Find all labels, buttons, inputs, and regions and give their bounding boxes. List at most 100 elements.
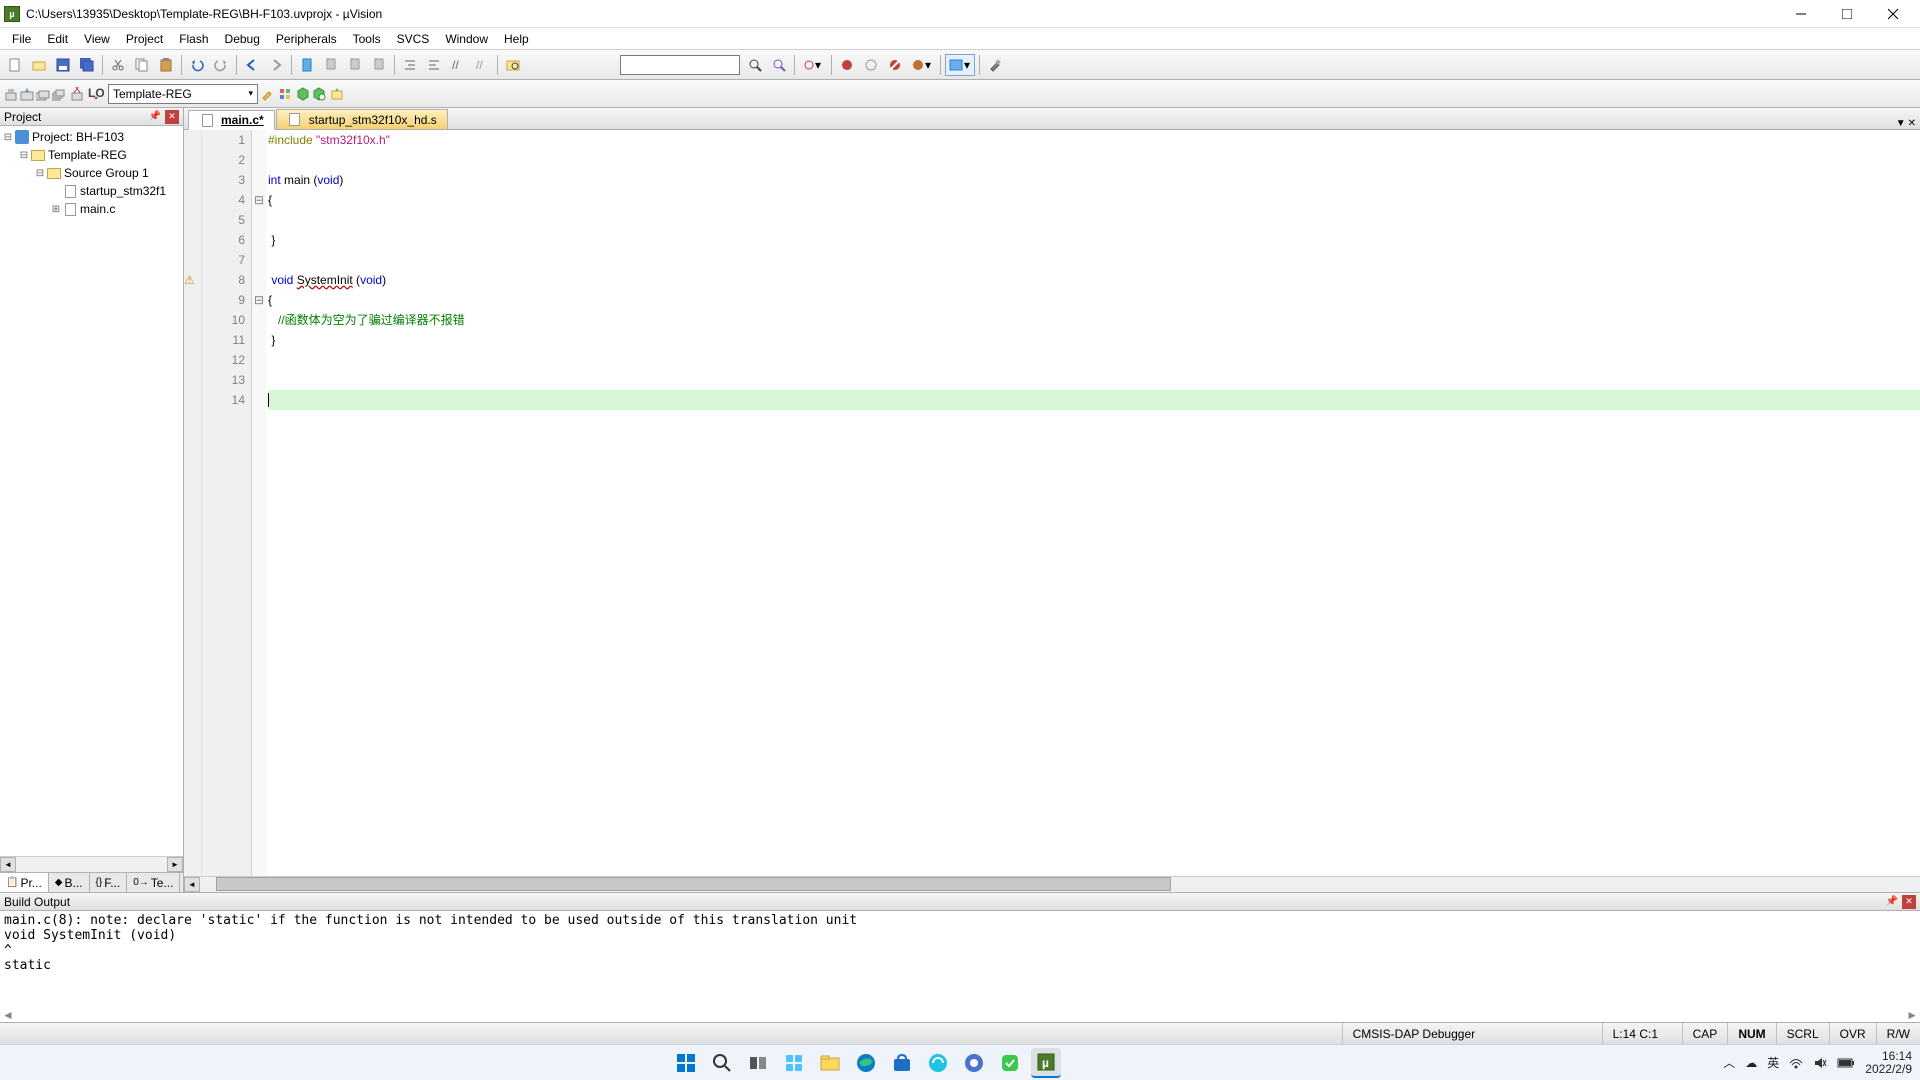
incremental-find-button[interactable] bbox=[768, 54, 790, 76]
bookmark-next-button[interactable] bbox=[344, 54, 366, 76]
app-icon-3[interactable] bbox=[995, 1048, 1025, 1078]
store-icon[interactable] bbox=[887, 1048, 917, 1078]
margin-marker[interactable] bbox=[184, 350, 201, 370]
build-output-text[interactable]: main.c(8): note: declare 'static' if the… bbox=[0, 911, 1920, 1008]
margin-marker[interactable] bbox=[184, 150, 201, 170]
margin-marker[interactable] bbox=[184, 370, 201, 390]
breakpoint-enable-button[interactable] bbox=[860, 54, 882, 76]
expand-icon[interactable]: ⊞ bbox=[50, 204, 62, 215]
code-line[interactable]: //函数体为空为了骗过编译器不报错 bbox=[268, 310, 1920, 330]
panel-tab-project[interactable]: 📋Pr... bbox=[0, 873, 49, 892]
code-line[interactable]: { bbox=[268, 290, 1920, 310]
open-file-button[interactable] bbox=[28, 54, 50, 76]
margin-marker[interactable] bbox=[184, 290, 201, 310]
breakpoint-disable-button[interactable] bbox=[884, 54, 906, 76]
expand-icon[interactable]: ⊟ bbox=[18, 150, 30, 161]
start-button[interactable] bbox=[671, 1048, 701, 1078]
target-selector[interactable]: Template-REG▾ bbox=[108, 84, 258, 104]
app-icon-2[interactable] bbox=[959, 1048, 989, 1078]
margin-marker[interactable] bbox=[184, 330, 201, 350]
build-hscroll[interactable]: ◄► bbox=[0, 1008, 1920, 1022]
tab-dropdown-button[interactable]: ▼ bbox=[1896, 118, 1906, 129]
margin-marker[interactable] bbox=[184, 230, 201, 250]
minimize-button[interactable] bbox=[1778, 0, 1824, 28]
bookmark-prev-button[interactable] bbox=[320, 54, 342, 76]
new-file-button[interactable] bbox=[4, 54, 26, 76]
code-line[interactable]: } bbox=[268, 230, 1920, 250]
menu-project[interactable]: Project bbox=[118, 30, 171, 48]
widgets-button[interactable] bbox=[779, 1048, 809, 1078]
panel-tab-functions[interactable]: {}F... bbox=[90, 873, 128, 892]
menu-window[interactable]: Window bbox=[437, 30, 496, 48]
panel-hscroll[interactable]: ◄ ► bbox=[0, 856, 183, 872]
comment-button[interactable]: // bbox=[447, 54, 469, 76]
code-line[interactable] bbox=[268, 210, 1920, 230]
scroll-track[interactable] bbox=[16, 857, 167, 872]
tree-group[interactable]: ⊟ Source Group 1 bbox=[2, 164, 181, 182]
tree-file[interactable]: ⊞ main.c bbox=[2, 200, 181, 218]
undo-button[interactable] bbox=[186, 54, 208, 76]
menu-tools[interactable]: Tools bbox=[345, 30, 389, 48]
menu-view[interactable]: View bbox=[76, 30, 118, 48]
task-view-button[interactable] bbox=[743, 1048, 773, 1078]
build-button[interactable] bbox=[20, 87, 34, 101]
panel-close-button[interactable]: ✕ bbox=[1902, 895, 1916, 909]
scroll-left-button[interactable]: ◄ bbox=[184, 877, 200, 892]
pin-icon[interactable]: 📌 bbox=[147, 111, 163, 122]
close-button[interactable] bbox=[1870, 0, 1916, 28]
editor-tab-startup[interactable]: startup_stm32f10x_hd.s bbox=[276, 109, 448, 129]
pack-installer-button[interactable] bbox=[330, 87, 344, 101]
nav-back-button[interactable] bbox=[241, 54, 263, 76]
redo-button[interactable] bbox=[210, 54, 232, 76]
code-line[interactable]: int main (void) bbox=[268, 170, 1920, 190]
code-line[interactable] bbox=[268, 370, 1920, 390]
tree-file[interactable]: startup_stm32f1 bbox=[2, 182, 181, 200]
file-extensions-button[interactable] bbox=[278, 87, 292, 101]
menu-peripherals[interactable]: Peripherals bbox=[268, 30, 345, 48]
menu-help[interactable]: Help bbox=[496, 30, 537, 48]
scroll-thumb[interactable] bbox=[216, 877, 1171, 891]
panel-tab-books[interactable]: ◆B... bbox=[49, 873, 90, 892]
volume-icon[interactable] bbox=[1813, 1056, 1827, 1070]
margin-marker[interactable] bbox=[184, 130, 201, 150]
find-in-files-button[interactable] bbox=[502, 54, 524, 76]
scroll-left-button[interactable]: ◄ bbox=[0, 857, 16, 872]
uvision-taskbar-icon[interactable]: µ bbox=[1031, 1048, 1061, 1078]
download-button[interactable]: LOAD bbox=[88, 87, 104, 101]
margin-marker[interactable] bbox=[184, 310, 201, 330]
menu-edit[interactable]: Edit bbox=[39, 30, 76, 48]
onedrive-icon[interactable]: ☁ bbox=[1745, 1056, 1757, 1070]
code-line[interactable] bbox=[268, 250, 1920, 270]
tree-project-root[interactable]: ⊟ Project: BH-F103 bbox=[2, 128, 181, 146]
code-line[interactable]: } bbox=[268, 330, 1920, 350]
code-line[interactable] bbox=[268, 150, 1920, 170]
find-button[interactable] bbox=[744, 54, 766, 76]
fold-toggle[interactable]: ⊟ bbox=[252, 190, 266, 210]
translate-button[interactable] bbox=[4, 87, 18, 101]
cut-button[interactable] bbox=[107, 54, 129, 76]
save-button[interactable] bbox=[52, 54, 74, 76]
margin-marker[interactable]: ⚠ bbox=[184, 270, 201, 290]
stop-build-button[interactable]: X bbox=[70, 87, 84, 101]
manage-rte-button[interactable] bbox=[296, 87, 310, 101]
unindent-button[interactable] bbox=[423, 54, 445, 76]
configure-button[interactable] bbox=[984, 54, 1006, 76]
pin-icon[interactable]: 📌 bbox=[1884, 896, 1900, 907]
scroll-right-button[interactable]: ► bbox=[167, 857, 183, 872]
bookmark-clear-button[interactable] bbox=[368, 54, 390, 76]
bookmark-toggle-button[interactable] bbox=[296, 54, 318, 76]
margin-marker[interactable] bbox=[184, 250, 201, 270]
indent-button[interactable] bbox=[399, 54, 421, 76]
project-tree[interactable]: ⊟ Project: BH-F103 ⊟ Template-REG ⊟ Sour… bbox=[0, 126, 183, 856]
tree-target[interactable]: ⊟ Template-REG bbox=[2, 146, 181, 164]
ime-indicator[interactable]: 英 bbox=[1767, 1054, 1779, 1071]
battery-icon[interactable] bbox=[1837, 1057, 1855, 1069]
search-button[interactable] bbox=[707, 1048, 737, 1078]
code-line[interactable]: #include "stm32f10x.h" bbox=[268, 130, 1920, 150]
code-line[interactable] bbox=[268, 350, 1920, 370]
rebuild-button[interactable] bbox=[36, 87, 50, 101]
expand-icon[interactable]: ⊟ bbox=[2, 132, 14, 143]
code-line[interactable] bbox=[268, 390, 1920, 410]
edge-icon[interactable] bbox=[851, 1048, 881, 1078]
editor-hscroll[interactable]: ◄ bbox=[184, 876, 1920, 892]
